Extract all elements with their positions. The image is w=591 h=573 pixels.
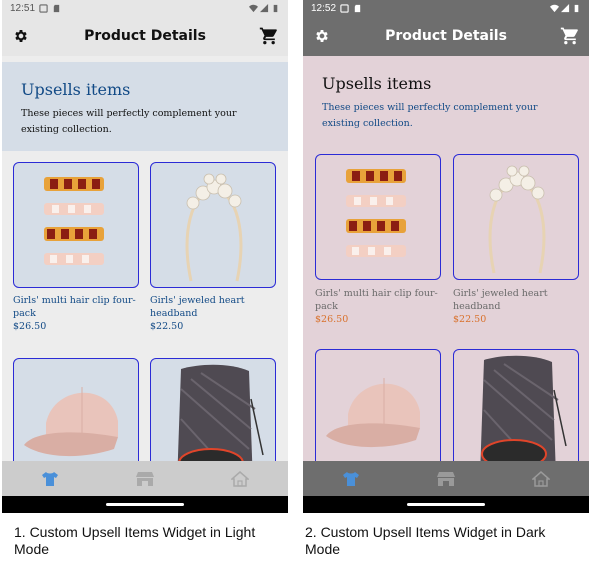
product-card-bag[interactable] — [150, 358, 276, 461]
product-card-bag[interactable] — [453, 349, 579, 461]
product-card-hair-clips[interactable] — [13, 162, 139, 288]
page-title: Product Details — [84, 28, 206, 44]
tshirt-icon[interactable] — [336, 467, 366, 491]
caption-light-mode: 1. Custom Upsell Items Widget in Light M… — [14, 524, 256, 557]
product-price: $22.50 — [150, 321, 184, 332]
headband-image — [185, 173, 243, 282]
section-title: Upsells items — [322, 74, 432, 93]
product-card-cap[interactable] — [13, 358, 139, 461]
headband-image — [488, 165, 546, 274]
light-mode-phone: 12:51 Product Details Upsells items Thes… — [2, 0, 288, 513]
product-name: Girls' jeweled heart headband — [453, 288, 548, 312]
gesture-bar — [303, 496, 589, 513]
gesture-handle[interactable] — [407, 503, 485, 506]
section-title: Upsells items — [21, 80, 131, 99]
bag-image — [177, 364, 264, 461]
dark-mode-phone: 12:52 Product Details Upsells items Thes… — [303, 0, 589, 513]
cap-image — [326, 378, 420, 448]
caption-dark-mode: 2. Custom Upsell Items Widget in Dark Mo… — [305, 524, 546, 557]
wifi-icon — [249, 4, 258, 12]
battery-icon — [273, 4, 278, 12]
upsells-header: Upsells items These pieces will perfectl… — [2, 62, 288, 151]
status-bar: 12:51 — [2, 0, 288, 16]
hair-clips-image — [44, 177, 104, 265]
product-card-headband[interactable] — [453, 154, 579, 280]
notification-icon — [340, 3, 349, 13]
cap-image — [24, 387, 118, 457]
gesture-handle[interactable] — [106, 503, 184, 506]
home-icon[interactable] — [225, 467, 255, 491]
product-card-headband[interactable] — [150, 162, 276, 288]
sd-card-icon — [354, 4, 361, 12]
store-icon[interactable] — [130, 467, 160, 491]
sd-card-icon — [53, 4, 60, 12]
bottom-navigation — [303, 461, 589, 496]
product-name: Girls' multi hair clip four-pack — [315, 288, 438, 312]
status-bar: 12:52 — [303, 0, 589, 16]
product-price: $22.50 — [453, 314, 487, 325]
page-title: Product Details — [385, 28, 507, 44]
gesture-bar — [2, 496, 288, 513]
product-card-hair-clips[interactable] — [315, 154, 441, 280]
signal-icon — [561, 3, 570, 12]
section-description: These pieces will perfectly complement y… — [21, 108, 237, 135]
wifi-icon — [550, 4, 559, 12]
status-time: 12:51 — [10, 2, 36, 14]
shopping-cart-icon[interactable] — [258, 25, 280, 47]
product-content: Upsells items These pieces will perfectl… — [2, 56, 288, 461]
gear-icon[interactable] — [311, 25, 333, 47]
section-description: These pieces will perfectly complement y… — [322, 102, 538, 129]
bottom-navigation — [2, 461, 288, 496]
status-time: 12:52 — [311, 2, 337, 14]
product-content: Upsells items These pieces will perfectl… — [303, 56, 589, 461]
gear-icon[interactable] — [10, 25, 32, 47]
hair-clips-image — [346, 169, 406, 257]
shopping-cart-icon[interactable] — [559, 25, 581, 47]
signal-icon — [260, 3, 269, 12]
product-card-cap[interactable] — [315, 349, 441, 461]
product-name: Girls' multi hair clip four-pack — [13, 295, 136, 319]
product-name: Girls' jeweled heart headband — [150, 295, 245, 319]
upsells-header: Upsells items These pieces will perfectl… — [303, 56, 589, 145]
notification-icon — [39, 3, 48, 13]
battery-icon — [574, 4, 579, 12]
app-bar: Product Details — [303, 16, 589, 56]
bag-image — [480, 355, 567, 461]
product-price: $26.50 — [13, 321, 47, 332]
tshirt-icon[interactable] — [35, 467, 65, 491]
store-icon[interactable] — [431, 467, 461, 491]
app-bar: Product Details — [2, 16, 288, 56]
home-icon[interactable] — [526, 467, 556, 491]
product-price: $26.50 — [315, 314, 349, 325]
